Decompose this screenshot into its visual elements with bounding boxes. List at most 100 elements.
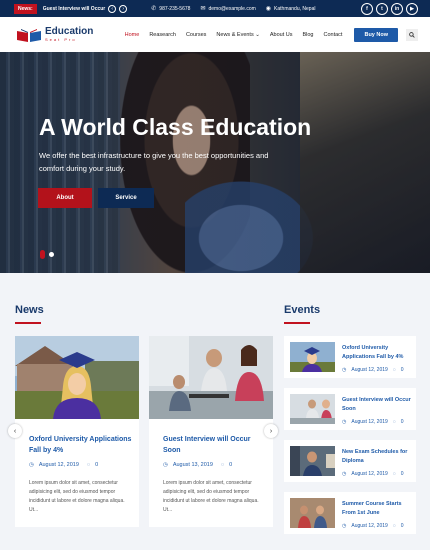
news-ticker[interactable]: Guest Interview will Occur	[43, 6, 106, 12]
nav-contact[interactable]: Contact	[324, 32, 343, 38]
phone-contact[interactable]: ✆ 987-235-5678	[151, 5, 191, 13]
event-title[interactable]: New Exam Schedules for Diploma	[342, 448, 412, 466]
news-description: Lorem ipsum dolor sit amet, consectetur …	[29, 480, 125, 513]
event-date: August 12, 2019	[351, 367, 388, 373]
clock-icon: ◷	[29, 462, 34, 468]
news-next-arrow-icon[interactable]: ›	[264, 424, 278, 438]
clock-icon: ◷	[342, 367, 347, 373]
news-card[interactable]: Oxford University Applications Fall by 4…	[15, 336, 139, 527]
news-description: Lorem ipsum dolor sit amet, consectetur …	[163, 480, 259, 513]
hero-slider: A World Class Education We offer the bes…	[0, 52, 430, 273]
comment-count: 0	[400, 523, 404, 529]
comment-icon: ◌	[392, 523, 396, 529]
comment-count: 0	[400, 367, 404, 373]
nav-courses[interactable]: Courses	[186, 32, 206, 38]
service-button[interactable]: Service	[98, 188, 154, 208]
event-image-interview	[290, 394, 335, 424]
logo-subtitle: Seat Pro	[45, 37, 77, 42]
comment-icon: ◌	[392, 419, 396, 425]
top-bar: News: Guest Interview will Occur ‹ › ✆ 9…	[0, 0, 430, 17]
ticker-prev-icon[interactable]: ‹	[108, 4, 117, 13]
clock-icon: ◷	[163, 462, 168, 468]
event-item[interactable]: Summer Course Starts From 1st June ◷ Augu…	[284, 492, 416, 534]
logo-title: Education	[45, 26, 94, 37]
nav-blog[interactable]: Blog	[302, 32, 313, 38]
comment-icon: ◌	[392, 471, 396, 477]
phone-icon: ✆	[151, 6, 157, 12]
slider-dot-2[interactable]	[49, 252, 54, 257]
event-item[interactable]: Guest Interview will Occur Soon ◷ August …	[284, 388, 416, 430]
events-heading: Events	[284, 304, 321, 316]
youtube-icon[interactable]: ▶	[406, 2, 418, 15]
site-header: Education Seat Pro Home Reasearch Course…	[0, 17, 430, 52]
event-image-exam	[290, 446, 335, 476]
nav-about[interactable]: About Us	[270, 32, 293, 38]
event-meta: ◷ August 12, 2019 ◌ 0	[342, 367, 404, 373]
comment-count: 0	[229, 462, 233, 468]
event-title[interactable]: Summer Course Starts From 1st June	[342, 500, 412, 518]
book-logo-icon	[17, 28, 41, 42]
news-meta: ◷ August 12, 2019 ◌ 0	[29, 462, 98, 468]
event-image-summer	[290, 498, 335, 528]
comment-count: 0	[95, 462, 99, 468]
location-contact: ◉ Kathmandu, Nepal	[266, 5, 316, 13]
ticker-next-icon[interactable]: ›	[119, 4, 128, 13]
nav-news-events[interactable]: News & Events ⌄	[216, 32, 259, 38]
event-item[interactable]: New Exam Schedules for Diploma ◷ August 1…	[284, 440, 416, 482]
clock-icon: ◷	[342, 471, 347, 477]
news-image-graduate	[15, 336, 139, 419]
events-underline	[284, 322, 310, 324]
event-meta: ◷ August 12, 2019 ◌ 0	[342, 523, 404, 529]
news-title[interactable]: Guest Interview will Occur Soon	[163, 434, 267, 456]
news-image-interview	[149, 336, 273, 419]
slider-dot-1[interactable]	[40, 250, 45, 259]
news-underline	[15, 322, 41, 324]
news-prev-arrow-icon[interactable]: ‹	[8, 424, 22, 438]
twitter-icon[interactable]: t	[376, 2, 388, 15]
slider-dots	[40, 250, 54, 259]
event-meta: ◷ August 12, 2019 ◌ 0	[342, 419, 404, 425]
comment-count: 0	[400, 471, 404, 477]
main-nav: Home Reasearch Courses News & Events ⌄ A…	[125, 32, 343, 38]
event-item[interactable]: Oxford University Applications Fall by 4…	[284, 336, 416, 378]
search-button[interactable]	[406, 28, 418, 41]
event-date: August 12, 2019	[351, 523, 388, 529]
mail-icon: ✉	[200, 6, 206, 12]
chevron-down-icon: ⌄	[255, 31, 260, 38]
facebook-icon[interactable]: f	[361, 2, 373, 15]
nav-news-events-label: News & Events	[216, 31, 254, 38]
nav-research[interactable]: Reasearch	[149, 32, 176, 38]
news-tag: News:	[14, 3, 37, 14]
news-meta: ◷ August 13, 2019 ◌ 0	[163, 462, 232, 468]
clock-icon: ◷	[342, 523, 347, 529]
nav-home[interactable]: Home	[125, 32, 140, 38]
hero-title: A World Class Education	[39, 114, 312, 140]
comment-icon: ◌	[220, 462, 225, 468]
phone-text: 987-235-5678	[159, 5, 191, 12]
news-date: August 12, 2019	[38, 462, 79, 468]
email-text: demo@example.com	[208, 5, 256, 12]
search-icon	[409, 31, 415, 38]
news-card[interactable]: Guest Interview will Occur Soon ◷ August…	[149, 336, 273, 527]
event-meta: ◷ August 12, 2019 ◌ 0	[342, 471, 404, 477]
comment-icon: ◌	[86, 462, 91, 468]
event-image-graduate	[290, 342, 335, 372]
comment-icon: ◌	[392, 367, 396, 373]
news-heading: News	[15, 304, 44, 316]
about-button[interactable]: About	[38, 188, 92, 208]
event-date: August 12, 2019	[351, 471, 388, 477]
comment-count: 0	[400, 419, 404, 425]
news-date: August 13, 2019	[172, 462, 213, 468]
buy-now-button[interactable]: Buy Now	[354, 27, 398, 42]
linkedin-icon[interactable]: in	[391, 2, 403, 15]
logo[interactable]: Education Seat Pro	[16, 27, 93, 43]
email-contact[interactable]: ✉ demo@example.com	[200, 5, 256, 13]
event-title[interactable]: Oxford University Applications Fall by 4…	[342, 344, 412, 362]
location-text: Kathmandu, Nepal	[274, 5, 316, 12]
news-title[interactable]: Oxford University Applications Fall by 4…	[29, 434, 133, 456]
event-date: August 12, 2019	[351, 419, 388, 425]
clock-icon: ◷	[342, 419, 347, 425]
event-title[interactable]: Guest Interview will Occur Soon	[342, 396, 412, 414]
social-links: f t in ▶	[361, 2, 418, 15]
hero-text: We offer the best infrastructure to give…	[39, 151, 269, 173]
